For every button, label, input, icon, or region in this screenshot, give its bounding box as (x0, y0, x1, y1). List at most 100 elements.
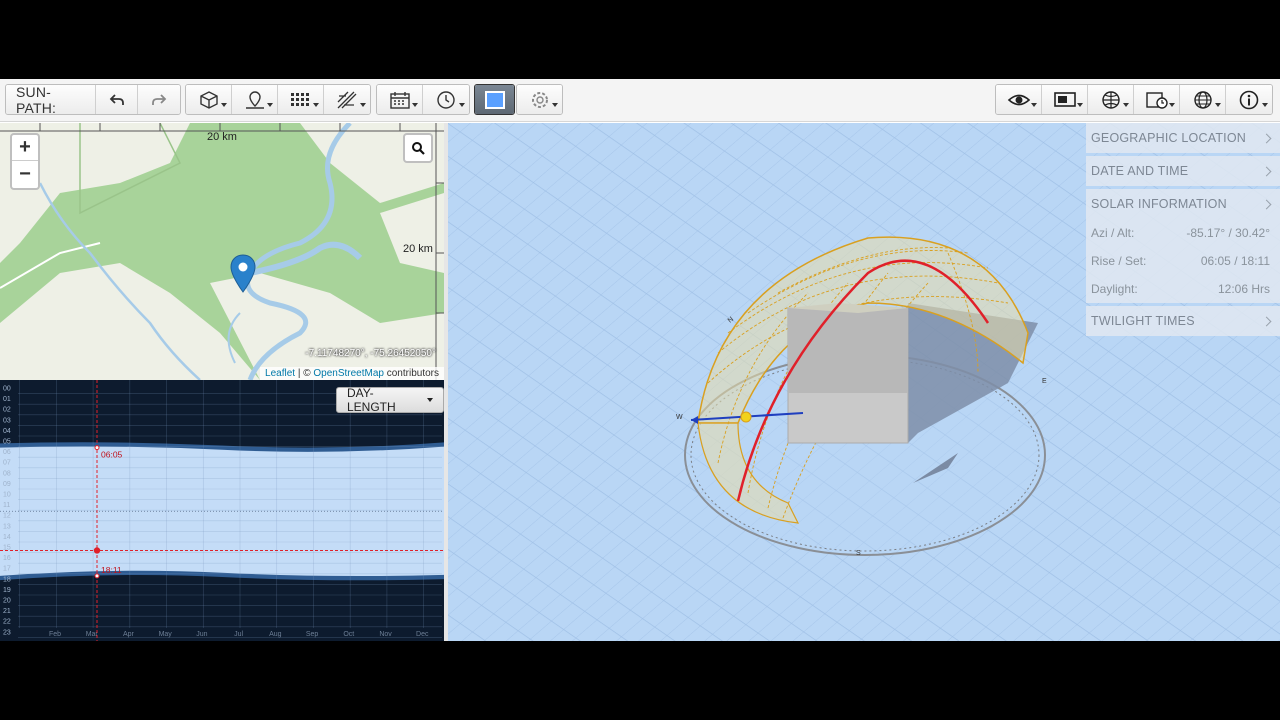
hour-tick-label: 16 (3, 555, 11, 562)
hour-tick-label: 08 (3, 470, 11, 477)
hour-tick-label: 14 (3, 534, 11, 541)
schedule-button[interactable] (1134, 85, 1180, 114)
hour-tick-label: 10 (3, 492, 11, 499)
azimuth-altitude-label: Azi / Alt: (1091, 226, 1135, 240)
month-tick-label: Apr (123, 631, 135, 638)
month-tick-label: Jun (196, 631, 207, 638)
hour-tick-label: 01 (3, 396, 11, 403)
daylight-row: Daylight: 12:06 Hrs (1086, 275, 1280, 303)
undo-icon (109, 93, 124, 105)
osm-link[interactable]: OpenStreetMap (313, 368, 384, 379)
day-length-chart[interactable]: 00 01 02 03 04 05 06 07 08 09 10 11 12 13 14 15 16 17 18 19… (0, 380, 444, 641)
day-length-dropdown-label: DAY-LENGTH (347, 386, 396, 414)
view-toggle-group (474, 84, 515, 115)
hour-tick-label: 11 (3, 502, 10, 509)
zoom-in-button[interactable]: + (12, 135, 38, 161)
coordinates-readout: -7.11748270°, -75.26452050° (305, 348, 436, 359)
info-icon (1239, 90, 1259, 109)
geographic-location-title: GEOGRAPHIC LOCATION (1091, 131, 1246, 145)
display-button[interactable] (1042, 85, 1088, 114)
view-tools-group (185, 84, 371, 115)
hour-tick-label: 05 (3, 439, 11, 446)
calendar-clock-icon (1145, 91, 1168, 109)
sunset-label: 18:11 (101, 565, 122, 575)
hour-tick-label: 03 (3, 417, 11, 424)
month-tick-label: Aug (269, 631, 282, 638)
daylight-value: 12:06 Hrs (1217, 282, 1270, 296)
monitor-icon (1053, 91, 1076, 107)
map-tiles (0, 123, 444, 380)
day-length-dropdown[interactable]: DAY-LENGTH (336, 386, 444, 414)
globe-tool-button[interactable] (1088, 85, 1134, 114)
history-group: SUN-PATH: (5, 84, 181, 115)
search-icon (412, 142, 425, 155)
settings-group (516, 84, 563, 115)
rise-set-row: Rise / Set: 06:05 / 18:11 (1086, 247, 1280, 275)
info-button[interactable] (1226, 85, 1272, 114)
visibility-button[interactable] (996, 85, 1042, 114)
chart-lines-icon (337, 91, 357, 108)
cube-icon (199, 90, 218, 109)
undo-button[interactable] (96, 85, 138, 114)
globe-grid-icon (1101, 90, 1120, 109)
current-time-dot (93, 547, 101, 554)
calendar-button[interactable] (377, 85, 423, 114)
scale-label-top: 20 km (207, 131, 237, 143)
chevron-down-icon (427, 398, 433, 402)
chevron-right-icon (1261, 316, 1272, 326)
hour-tick-label: 09 (3, 481, 11, 488)
main-toolbar: SUN-PATH: (0, 79, 1280, 122)
geographic-location-section[interactable]: GEOGRAPHIC LOCATION (1086, 123, 1280, 153)
date-time-section[interactable]: DATE AND TIME (1086, 156, 1280, 186)
grid-tool-button[interactable] (278, 85, 324, 114)
twilight-times-section[interactable]: TWILIGHT TIMES (1086, 306, 1280, 336)
location-map[interactable]: + − 20 km 20 km -7.11748270°, -75.264520… (0, 123, 444, 380)
month-tick-label: May (159, 631, 173, 638)
sunset-dot (94, 573, 100, 579)
hour-tick-label: 19 (3, 587, 11, 594)
location-tool-button[interactable] (232, 85, 278, 114)
redo-icon (152, 93, 167, 105)
leaflet-link[interactable]: Leaflet (265, 368, 295, 379)
zoom-control: + − (10, 133, 40, 190)
clock-icon (437, 90, 455, 109)
map-pin-icon (245, 90, 264, 109)
hour-tick-label: 13 (3, 523, 11, 530)
month-tick-label: Jul (234, 631, 243, 638)
hour-tick-label: 18 (3, 576, 11, 583)
clock-button[interactable] (423, 85, 469, 114)
settings-button[interactable] (517, 85, 562, 114)
square-icon (484, 90, 505, 109)
hour-tick-label: 04 (3, 428, 11, 435)
model-button[interactable] (186, 85, 232, 114)
hour-tick-label: 12 (3, 513, 11, 520)
chevron-right-icon (1261, 199, 1272, 209)
sun-path-3d-view[interactable]: N E S W GEOGRAPHIC LOCATION DATE AND TIM… (448, 123, 1280, 641)
month-tick-label: Sep (306, 631, 319, 638)
map-search-button[interactable] (403, 133, 433, 163)
globe-icon (1193, 90, 1212, 109)
time-tools-group (376, 84, 470, 115)
svg-text:S: S (856, 550, 861, 557)
rise-set-label: Rise / Set: (1091, 254, 1147, 268)
rise-set-value: 06:05 / 18:11 (1200, 254, 1270, 268)
gear-icon (531, 91, 548, 108)
solar-information-section[interactable]: SOLAR INFORMATION (1086, 189, 1280, 219)
analysis-tool-button[interactable] (324, 85, 370, 114)
sunrise-label: 06:05 (101, 450, 123, 460)
azimuth-altitude-row: Azi / Alt: -85.17° / 30.42° (1086, 219, 1280, 247)
grid-icon (290, 92, 309, 106)
calendar-icon (389, 91, 410, 109)
hour-tick-label: 06 (3, 449, 11, 456)
location-marker-icon[interactable] (230, 254, 256, 294)
map-attribution: Leaflet | © OpenStreetMap contributors (260, 367, 444, 380)
sun-path-app: SUN-PATH: + − 20 km 20 km -7.11748270°, … (0, 79, 1280, 641)
hour-tick-label: 20 (3, 598, 11, 605)
plan-view-button[interactable] (475, 85, 514, 114)
chevron-right-icon (1261, 133, 1272, 143)
world-button[interactable] (1180, 85, 1226, 114)
day-length-plot: 0001020304050607080910111213141516171819… (0, 380, 444, 641)
redo-button[interactable] (138, 85, 180, 114)
hour-tick-label: 17 (3, 566, 11, 573)
zoom-out-button[interactable]: − (12, 161, 38, 187)
